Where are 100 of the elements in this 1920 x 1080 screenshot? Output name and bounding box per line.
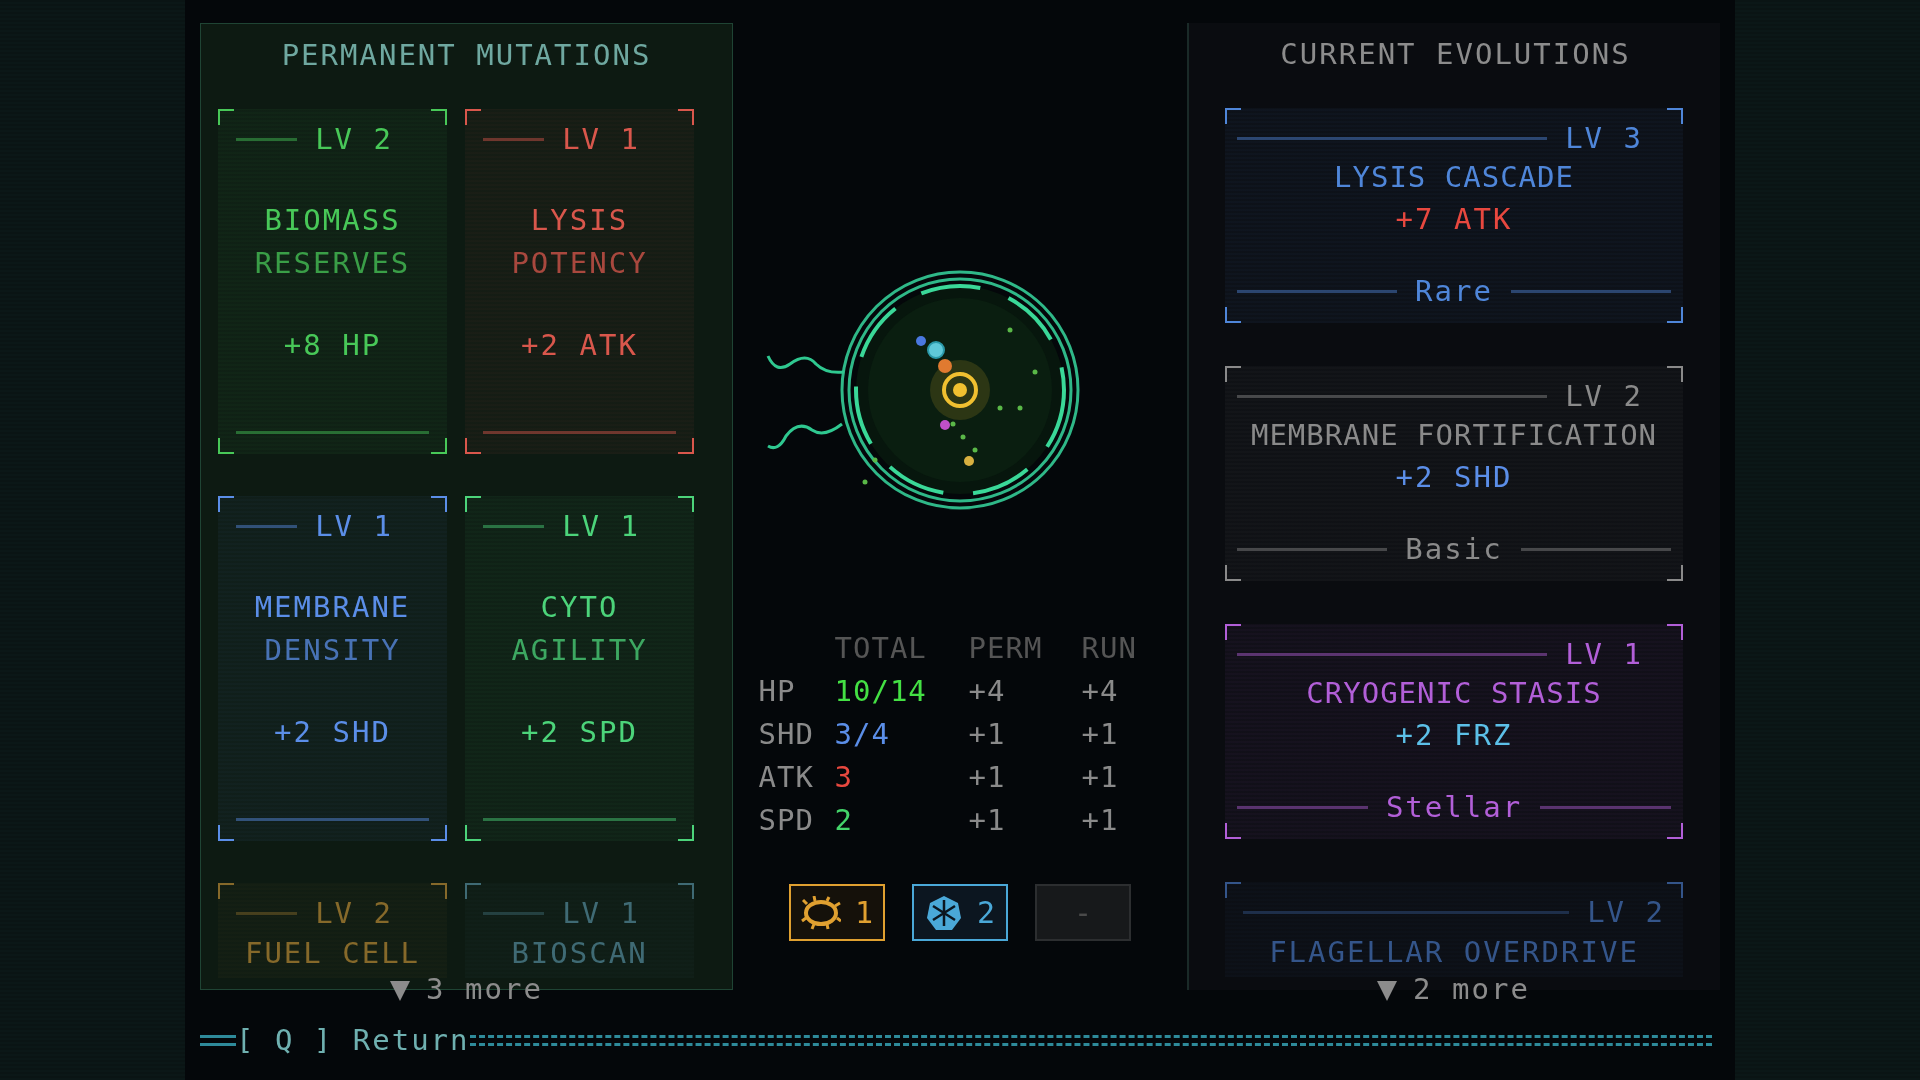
stat-perm: +1: [968, 802, 1007, 839]
corner-bracket: [465, 825, 481, 841]
corner-bracket: [1667, 108, 1683, 124]
snowflake-icon: [924, 893, 963, 932]
evolution-card[interactable]: LV 1 CRYOGENIC STASIS +2 FRZ Stellar: [1225, 624, 1683, 839]
corner-bracket: [678, 825, 694, 841]
stat-run: +1: [1081, 716, 1120, 753]
stat-total: 2: [834, 802, 854, 839]
evolution-name: FLAGELLAR OVERDRIVE: [1268, 934, 1640, 971]
evolution-card[interactable]: LV 2 MEMBRANE FORTIFICATION +2 SHD Basic: [1225, 366, 1683, 581]
effect-label: +2 SHD: [273, 714, 392, 751]
rarity-label: Stellar: [1385, 789, 1523, 825]
level-label: LV 2: [315, 121, 393, 157]
corner-bracket: [1225, 108, 1241, 124]
corner-bracket: [1225, 882, 1241, 898]
corner-bracket: [1225, 823, 1241, 839]
level-label: LV 1: [315, 508, 393, 544]
corner-bracket: [218, 883, 234, 899]
mutation-name: AGILITY: [511, 632, 648, 669]
mutation-name: DENSITY: [264, 632, 401, 669]
stat-run: +4: [1081, 673, 1120, 710]
level-label: LV 1: [562, 895, 640, 931]
stat-perm: +1: [968, 759, 1007, 796]
mutation-name: CYTO: [540, 589, 619, 626]
return-button[interactable]: [ Q ] Return: [236, 1023, 470, 1057]
corner-bracket: [1667, 366, 1683, 382]
triangle-icon: [1377, 981, 1398, 1001]
column-header: TOTAL: [834, 630, 928, 667]
level-label: LV 1: [1565, 636, 1643, 672]
rarity-label: Rare: [1415, 273, 1493, 309]
level-label: LV 2: [1565, 378, 1643, 414]
corner-bracket: [465, 496, 481, 512]
corner-bracket: [1225, 366, 1241, 382]
corner-bracket: [218, 438, 234, 454]
mutation-name: BIOSCAN: [510, 935, 649, 972]
stat-label: SHD: [758, 716, 815, 753]
evolution-name: CRYOGENIC STASIS: [1305, 675, 1603, 712]
corner-bracket: [1667, 823, 1683, 839]
effect-label: +2 ATK: [520, 327, 639, 364]
corner-bracket: [678, 438, 694, 454]
corner-bracket: [1225, 307, 1241, 323]
evolution-name: MEMBRANE FORTIFICATION: [1249, 417, 1659, 454]
double-rule: [200, 1034, 236, 1046]
corner-bracket: [1225, 565, 1241, 581]
stat-label: SPD: [758, 802, 815, 839]
mutation-name: BIOMASS: [264, 202, 401, 239]
rarity-label: Basic: [1405, 531, 1503, 567]
level-label: LV 1: [562, 508, 640, 544]
corner-bracket: [431, 825, 447, 841]
corner-bracket: [678, 496, 694, 512]
stat-perm: +4: [968, 673, 1007, 710]
level-label: LV 2: [315, 895, 393, 931]
corner-bracket: [1667, 882, 1683, 898]
mutation-card[interactable]: LV 1 BIOSCAN: [465, 883, 694, 978]
chip-count: 1: [854, 895, 874, 930]
corner-bracket: [218, 109, 234, 125]
stat-run: +1: [1081, 802, 1120, 839]
corner-bracket: [431, 883, 447, 899]
mutation-name: FUEL CELL: [243, 935, 422, 972]
corner-bracket: [678, 109, 694, 125]
mutation-name: LYSIS: [530, 202, 629, 239]
corner-bracket: [1225, 624, 1241, 640]
corner-bracket: [465, 883, 481, 899]
effect-label: +8 HP: [282, 327, 383, 364]
mutation-card[interactable]: LV 1 MEMBRANE DENSITY +2 SHD: [218, 496, 447, 841]
mutation-card[interactable]: LV 2 FUEL CELL: [218, 883, 447, 978]
chip-count: 2: [976, 895, 996, 930]
mutation-card[interactable]: LV 1 CYTO AGILITY +2 SPD: [465, 496, 694, 841]
stat-total: 3: [834, 759, 854, 796]
corner-bracket: [218, 825, 234, 841]
corner-bracket: [678, 883, 694, 899]
evolution-name: LYSIS CASCADE: [1333, 159, 1575, 196]
stat-label: HP: [758, 673, 797, 710]
corner-bracket: [431, 496, 447, 512]
stat-label: ATK: [758, 759, 815, 796]
column-header: RUN: [1081, 630, 1138, 667]
mutation-card[interactable]: LV 2 BIOMASS RESERVES +8 HP: [218, 109, 447, 454]
mutation-name: POTENCY: [511, 245, 648, 282]
stat-run: +1: [1081, 759, 1120, 796]
mutation-name: MEMBRANE: [254, 589, 411, 626]
thorn-ring-icon: [800, 895, 841, 930]
column-header: PERM: [968, 630, 1044, 667]
chip-count: -: [1073, 895, 1093, 930]
evolution-card[interactable]: LV 3 LYSIS CASCADE +7 ATK Rare: [1225, 108, 1683, 323]
level-label: LV 2: [1587, 894, 1665, 930]
effect-label: +2 SPD: [520, 714, 639, 751]
mutation-name: RESERVES: [254, 245, 411, 282]
corner-bracket: [1667, 307, 1683, 323]
corner-bracket: [431, 109, 447, 125]
triangle-icon: [390, 981, 411, 1001]
corner-bracket: [431, 438, 447, 454]
corner-bracket: [1667, 565, 1683, 581]
mutation-card[interactable]: LV 1 LYSIS POTENCY +2 ATK: [465, 109, 694, 454]
corner-bracket: [465, 109, 481, 125]
stat-total: 3/4: [834, 716, 891, 753]
panel-title: CURRENT EVOLUTIONS: [1279, 36, 1632, 73]
corner-bracket: [218, 496, 234, 512]
effect-label: +7 ATK: [1394, 201, 1514, 238]
corner-bracket: [465, 438, 481, 454]
effect-label: +2 SHD: [1394, 459, 1514, 496]
